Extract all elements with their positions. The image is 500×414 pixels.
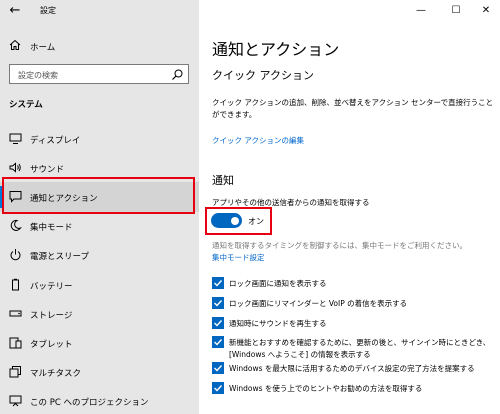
checkbox-label: 通知時にサウンドを再生する [229,319,327,328]
checkbox-checked[interactable] [212,336,224,348]
sidebar-item-label: 集中モード [30,223,73,233]
checkmark-icon [214,300,223,307]
checkbox-label: 新機能とおすすめを確認するために、更新の後と、サインイン時にときどき、[Wind… [229,338,491,359]
storage-icon [9,310,22,317]
display-icon [9,133,22,144]
page-title: 通知とアクション [212,40,340,59]
tablet-icon [9,337,22,349]
checkbox-label: Windows を使う上でのヒントやお勧めの方法を取得する [229,384,423,393]
home-label: ホーム [30,43,56,53]
notifications-toggle[interactable] [211,213,242,228]
checkbox-checked[interactable] [212,362,224,374]
notifications-heading: 通知 [212,174,234,187]
maximize-button[interactable]: ☐ [448,3,464,19]
close-button[interactable]: ✕ [478,3,494,19]
home-nav-item[interactable]: ホーム [0,36,199,56]
checkmark-icon [214,385,223,392]
multitask-icon [9,366,21,378]
focus-settings-link[interactable]: 集中モード設定 [212,252,265,263]
sidebar-item-label: 電源とスリープ [30,252,89,262]
sidebar-item-label: タブレット [30,340,73,350]
sidebar-item-projection[interactable]: この PC へのプロジェクション [0,386,199,414]
checkbox-checked[interactable] [212,317,224,329]
checkbox-checked[interactable] [212,297,224,309]
sidebar-item-label: サウンド [30,165,65,175]
sidebar-item-label: ストレージ [30,311,73,321]
title-bar: ← 設定 [0,0,199,24]
sidebar-item-label: マルチタスク [30,369,82,379]
checkmark-icon [214,280,223,287]
checkbox-checked[interactable] [212,277,224,289]
highlight-frame-notifications [2,177,195,214]
checkbox-label: ロック画面にリマインダーと VoIP の着信を表示する [229,299,408,308]
toggle-knob [231,216,239,225]
back-arrow-icon[interactable]: ← [6,3,24,19]
sidebar-item-tablet[interactable]: タブレット [0,328,199,358]
edit-quick-actions-link[interactable]: クイック アクションの編集 [212,135,304,146]
speaker-icon [9,162,21,173]
sidebar-item-storage[interactable]: ストレージ [0,299,199,329]
sidebar: ← 設定 ホーム 設定の検索 システム ディスプレイ サウンド 通知とアクション… [0,0,199,414]
projection-icon [9,395,22,407]
sidebar-item-multitasking[interactable]: マルチタスク [0,357,199,387]
sidebar-item-label: この PC へのプロジェクション [30,398,149,408]
toggle-state-label: オン [248,217,264,226]
quick-actions-heading: クイック アクション [212,69,314,82]
checkbox-label: Windows を最大限に活用するためのデバイス設定の完了方法を提案する [229,364,475,373]
minimize-button[interactable]: — [413,3,429,19]
focus-hint-text: 通知を取得するタイミングを制御するには、集中モードをご利用ください。 [212,241,467,250]
window-title: 設定 [40,6,56,15]
sidebar-item-battery[interactable]: バッテリー [0,270,199,300]
sidebar-item-label: ディスプレイ [30,136,81,146]
checkbox-label: ロック画面に通知を表示する [229,279,327,288]
sidebar-item-display[interactable]: ディスプレイ [0,124,199,154]
search-placeholder: 設定の検索 [18,71,58,80]
sidebar-item-label: バッテリー [30,282,73,292]
section-heading-system: システム [9,100,43,110]
battery-icon [12,278,19,291]
checkbox-checked[interactable] [212,382,224,394]
sidebar-item-power[interactable]: 電源とスリープ [0,240,199,270]
checkmark-icon [214,320,223,327]
settings-window: ← 設定 ホーム 設定の検索 システム ディスプレイ サウンド 通知とアクション… [0,0,500,414]
settings-search-input[interactable]: 設定の検索 [9,64,189,84]
moon-icon [10,219,22,231]
home-icon [9,39,21,50]
checkmark-icon [214,339,223,346]
quick-actions-description: クイック アクションの追加、削除、並べ替えをアクション センターで直接行うことが… [212,98,494,119]
checkmark-icon [214,365,223,372]
sidebar-item-focus[interactable]: 集中モード [0,211,199,241]
search-icon [172,69,183,80]
power-icon [10,249,21,261]
